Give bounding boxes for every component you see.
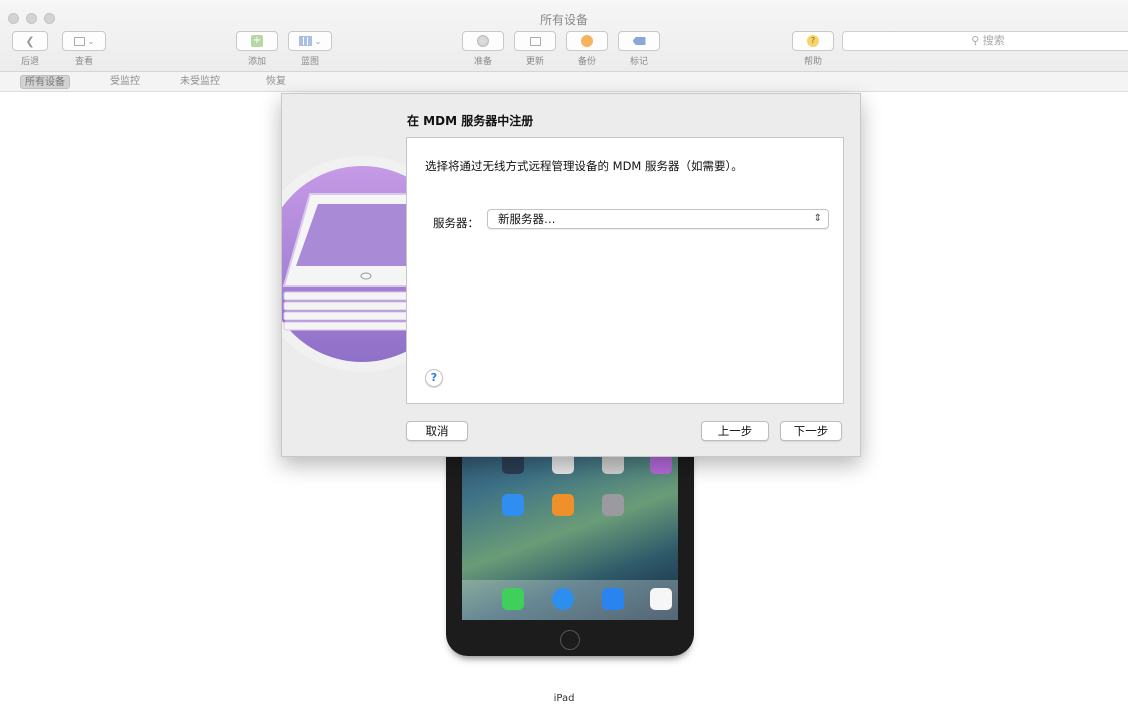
- previous-button[interactable]: 上一步: [701, 421, 769, 441]
- add-label: 添加: [247, 57, 266, 67]
- app-store-icon: [502, 494, 524, 516]
- ipad-dock: [462, 580, 678, 620]
- chevron-down-icon: ⌄: [87, 36, 95, 46]
- prepare-gear-icon: [477, 35, 489, 47]
- toolbar: 所有设备 ❮ 后退 ⌄ 查看 + 添加 ⌄ 蓝图 准备 更新 备份 标记 ? 帮…: [0, 0, 1128, 72]
- blueprint-icon: [298, 36, 312, 46]
- blueprint-group: ⌄ 蓝图: [288, 31, 332, 67]
- server-popup-value: 新服务器…: [498, 212, 556, 226]
- updown-chevron-icon: ⇕: [813, 213, 822, 224]
- search-placeholder: 搜索: [982, 34, 1005, 47]
- tag-label: 标记: [629, 57, 648, 67]
- help-group: ? 帮助: [792, 31, 834, 67]
- filter-bar: 所有设备 受监控 未受监控 恢复: [0, 72, 1128, 92]
- blueprint-button[interactable]: ⌄: [288, 31, 332, 51]
- sheet-title: 在 MDM 服务器中注册: [407, 114, 534, 128]
- view-button[interactable]: ⌄: [62, 31, 106, 51]
- device-name-label: iPad: [553, 693, 575, 704]
- backup-icon: [581, 35, 593, 47]
- search-field[interactable]: ⚲ 搜索: [842, 31, 1128, 51]
- backup-button[interactable]: [566, 31, 608, 51]
- add-button[interactable]: +: [236, 31, 278, 51]
- search-icon: ⚲: [971, 34, 980, 47]
- mail-icon: [602, 588, 624, 610]
- add-icon: +: [251, 35, 263, 47]
- mdm-enroll-sheet: 在 MDM 服务器中注册 选择将通过无线方式远程管理设备的 MDM 服务器（如需…: [281, 93, 861, 457]
- server-label: 服务器：: [433, 216, 479, 230]
- prepare-group: 准备: [462, 31, 504, 67]
- back-group: ❮ 后退: [12, 31, 48, 67]
- segment-all-devices[interactable]: 所有设备: [20, 75, 70, 89]
- update-group: 更新: [514, 31, 556, 67]
- view-grid-icon: [73, 36, 85, 46]
- help-label: 帮助: [803, 57, 822, 67]
- segment-unsupervised[interactable]: 未受监控: [176, 75, 224, 89]
- back-button[interactable]: ❮: [12, 31, 48, 51]
- sheet-content-panel: 选择将通过无线方式远程管理设备的 MDM 服务器（如需要）。 服务器： 新服务器…: [406, 137, 844, 404]
- backup-label: 备份: [577, 57, 596, 67]
- help-icon: ?: [807, 35, 819, 47]
- window-title: 所有设备: [539, 13, 588, 27]
- update-button[interactable]: [514, 31, 556, 51]
- ibooks-icon: [552, 494, 574, 516]
- music-icon: [650, 588, 672, 610]
- segment-recovery[interactable]: 恢复: [262, 75, 290, 89]
- update-label: 更新: [525, 57, 544, 67]
- safari-icon: [552, 588, 574, 610]
- view-group: ⌄ 查看: [62, 31, 106, 67]
- settings-icon: [602, 494, 624, 516]
- blueprint-label: 蓝图: [300, 57, 319, 67]
- back-label: 后退: [20, 57, 39, 67]
- sheet-description: 选择将通过无线方式远程管理设备的 MDM 服务器（如需要）。: [425, 159, 743, 173]
- add-group: + 添加: [236, 31, 278, 67]
- chevron-left-icon: ❮: [25, 34, 35, 48]
- app-window: 所有设备 ❮ 后退 ⌄ 查看 + 添加 ⌄ 蓝图 准备 更新 备份 标记 ? 帮…: [0, 0, 1128, 704]
- cancel-button[interactable]: 取消: [406, 421, 468, 441]
- tag-group: 标记: [618, 31, 660, 67]
- messages-icon: [502, 588, 524, 610]
- next-button[interactable]: 下一步: [780, 421, 842, 441]
- help-toolbar-button[interactable]: ?: [792, 31, 834, 51]
- chevron-down-icon: ⌄: [314, 36, 322, 46]
- view-label: 查看: [74, 57, 93, 67]
- segment-supervised[interactable]: 受监控: [106, 75, 144, 89]
- server-popup[interactable]: 新服务器… ⇕: [487, 209, 829, 229]
- tag-icon: [632, 37, 646, 45]
- update-icon: [529, 36, 541, 46]
- tag-button[interactable]: [618, 31, 660, 51]
- prepare-button[interactable]: [462, 31, 504, 51]
- backup-group: 备份: [566, 31, 608, 67]
- help-button[interactable]: ?: [425, 369, 443, 387]
- home-button: [560, 630, 580, 650]
- prepare-label: 准备: [473, 57, 492, 67]
